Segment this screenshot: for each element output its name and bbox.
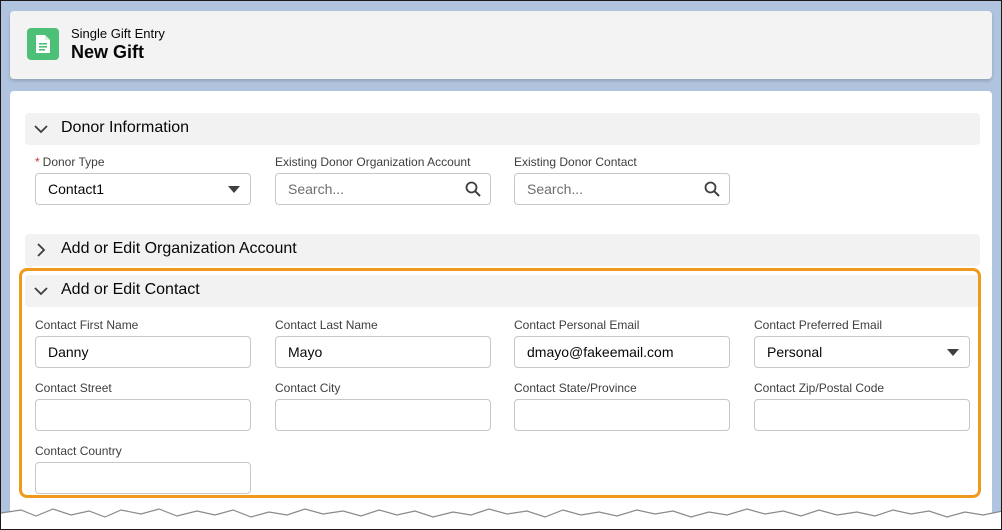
donor-type-label: * Donor Type [35, 155, 105, 169]
section-title: Donor Information [61, 119, 190, 136]
required-asterisk: * [35, 155, 40, 169]
state-field[interactable] [514, 399, 730, 431]
donor-contact-label: Existing Donor Contact [514, 155, 637, 169]
chevron-down-icon [34, 125, 48, 134]
city-label: Contact City [275, 381, 341, 395]
donor-contact-search-input[interactable]: Search... [514, 173, 730, 205]
last-name-field[interactable]: Mayo [275, 336, 491, 368]
preferred-email-label: Contact Preferred Email [754, 318, 883, 332]
chevron-right-icon [37, 243, 46, 257]
caret-down-icon [947, 349, 959, 356]
last-name-label: Contact Last Name [275, 318, 378, 332]
section-title: Add or Edit Organization Account [61, 240, 297, 257]
page-subtitle: Single Gift Entry [71, 26, 165, 41]
torn-edge-decoration [1, 508, 1001, 529]
section-donor-information[interactable]: Donor Information [25, 113, 980, 145]
donor-type-select[interactable]: Contact1 [35, 173, 251, 205]
section-add-edit-contact[interactable]: Add or Edit Contact [25, 275, 980, 307]
country-field[interactable] [35, 462, 251, 494]
search-icon [465, 181, 481, 197]
page-header: Single Gift Entry New Gift [10, 11, 992, 79]
first-name-label: Contact First Name [35, 318, 139, 332]
zip-field[interactable] [754, 399, 970, 431]
street-label: Contact Street [35, 381, 112, 395]
section-title: Add or Edit Contact [61, 281, 200, 298]
document-icon [27, 28, 59, 60]
zip-label: Contact Zip/Postal Code [754, 381, 885, 395]
caret-down-icon [228, 186, 240, 193]
street-field[interactable] [35, 399, 251, 431]
personal-email-label: Contact Personal Email [514, 318, 640, 332]
country-label: Contact Country [35, 444, 122, 458]
chevron-down-icon [34, 287, 48, 296]
personal-email-field[interactable]: dmayo@fakeemail.com [514, 336, 730, 368]
first-name-field[interactable]: Danny [35, 336, 251, 368]
search-icon [704, 181, 720, 197]
preferred-email-select[interactable]: Personal [754, 336, 970, 368]
page-title: New Gift [71, 42, 145, 62]
org-account-label: Existing Donor Organization Account [275, 155, 471, 169]
state-label: Contact State/Province [514, 381, 637, 395]
city-field[interactable] [275, 399, 491, 431]
section-organization-account[interactable]: Add or Edit Organization Account [25, 234, 980, 266]
screenshot-frame: Single Gift Entry New Gift Donor Informa… [0, 0, 1002, 530]
org-account-search-input[interactable]: Search... [275, 173, 491, 205]
